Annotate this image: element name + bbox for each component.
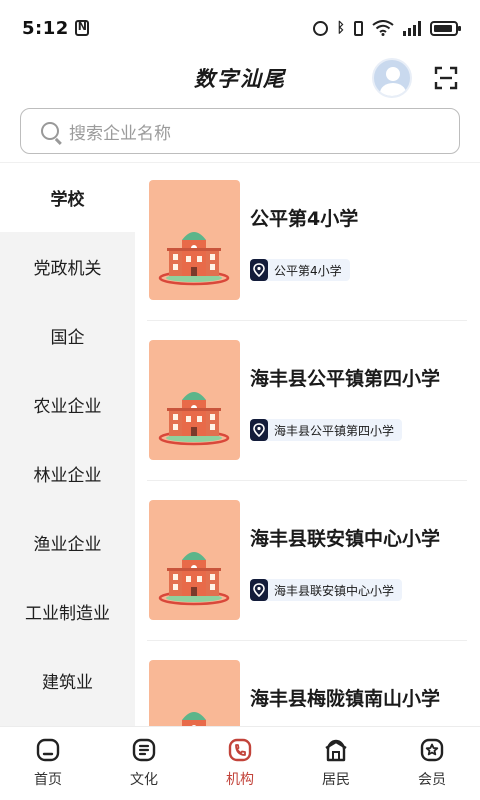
nav-residents[interactable]: 居民 (288, 727, 384, 800)
sidebar-item-label: 建筑业 (42, 673, 93, 693)
signal-icon (403, 20, 421, 36)
list-item[interactable]: 海丰县梅陇镇南山小学 (147, 643, 467, 726)
battery-icon (430, 20, 461, 36)
search-input[interactable]: 搜索企业名称 (20, 108, 460, 154)
location-pin-icon (250, 419, 268, 441)
sidebar-item-label: 学校 (50, 190, 85, 210)
vibrate-icon (354, 20, 363, 36)
location-tag: 海丰县公平镇第四小学 (250, 419, 403, 441)
tag-text: 公平第4小学 (274, 263, 342, 278)
sidebar-item-fishery[interactable]: 渔业企业 (0, 508, 135, 577)
sidebar-item-label: 渔业企业 (33, 535, 102, 555)
sidebar-item-label: 林业企业 (33, 466, 102, 486)
nav-label: 首页 (34, 772, 62, 788)
sidebar-item-school[interactable]: 学校 (0, 163, 135, 232)
school-building-icon (158, 710, 230, 726)
sidebar-item-manufacturing[interactable]: 工业制造业 (0, 577, 135, 646)
alarm-icon (312, 20, 328, 36)
list-item[interactable]: 海丰县公平镇第四小学 海丰县公平镇第四小学 (147, 323, 467, 483)
member-icon (420, 738, 444, 762)
sidebar-item-construction[interactable]: 建筑业 (0, 646, 135, 715)
nav-label: 文化 (130, 772, 158, 788)
sidebar-item-state-enterprise[interactable]: 国企 (0, 301, 135, 370)
sidebar-item-label: 工业制造业 (25, 604, 110, 624)
nfc-icon (74, 20, 89, 36)
item-title: 海丰县公平镇第四小学 (250, 368, 441, 390)
search-placeholder: 搜索企业名称 (69, 123, 171, 144)
school-thumbnail (149, 500, 240, 620)
sidebar-item-agriculture[interactable]: 农业企业 (0, 370, 135, 439)
list-item[interactable]: 海丰县联安镇中心小学 海丰县联安镇中心小学 (147, 483, 467, 643)
school-thumbnail (149, 340, 240, 460)
list-divider (147, 640, 467, 641)
nav-culture[interactable]: 文化 (96, 727, 192, 800)
school-thumbnail (149, 660, 240, 726)
nav-member[interactable]: 会员 (384, 727, 480, 800)
scan-icon[interactable] (434, 66, 458, 90)
item-title: 公平第4小学 (250, 208, 359, 230)
culture-icon (132, 738, 156, 762)
status-icons: ᛒ (312, 20, 461, 36)
sidebar-item-label: 国企 (50, 328, 85, 348)
wifi-icon (372, 20, 394, 36)
status-bar: 5:12 ᛒ (0, 0, 480, 56)
tag-text: 海丰县公平镇第四小学 (274, 423, 395, 438)
nav-label: 机构 (226, 772, 254, 788)
school-building-icon (158, 230, 230, 286)
list-item[interactable]: 公平第4小学 公平第4小学 (147, 163, 467, 323)
app-title: 数字汕尾 (194, 66, 286, 91)
home-icon (36, 738, 60, 762)
list-divider (147, 320, 467, 321)
residents-icon (325, 739, 347, 762)
institution-icon (228, 738, 252, 762)
search-icon (41, 122, 59, 140)
institution-list: 公平第4小学 公平第4小学 海丰县公平镇第四小学 海丰县公平镇第四小学 海丰县联… (135, 163, 480, 726)
item-title: 海丰县梅陇镇南山小学 (250, 688, 441, 710)
tag-text: 海丰县联安镇中心小学 (274, 583, 395, 598)
list-divider (147, 480, 467, 481)
location-tag: 海丰县联安镇中心小学 (250, 579, 403, 601)
category-sidebar: 学校 党政机关 国企 农业企业 林业企业 渔业企业 工业制造业 建筑业 (0, 163, 135, 726)
nav-institution[interactable]: 机构 (192, 727, 288, 800)
school-building-icon (158, 550, 230, 606)
sidebar-item-forestry[interactable]: 林业企业 (0, 439, 135, 508)
bluetooth-icon: ᛒ (336, 20, 345, 36)
item-title: 海丰县联安镇中心小学 (250, 528, 441, 550)
sidebar-item-government[interactable]: 党政机关 (0, 232, 135, 301)
nav-label: 居民 (322, 772, 350, 788)
location-pin-icon (250, 579, 268, 601)
school-building-icon (158, 390, 230, 446)
nav-home[interactable]: 首页 (0, 727, 96, 800)
sidebar-item-label: 农业企业 (33, 397, 102, 417)
nav-label: 会员 (418, 772, 446, 788)
school-thumbnail (149, 180, 240, 300)
location-pin-icon (250, 259, 268, 281)
status-time: 5:12 (22, 17, 69, 39)
app-header: 数字汕尾 (0, 56, 480, 100)
avatar[interactable] (372, 58, 412, 98)
sidebar-item-label: 党政机关 (33, 259, 102, 279)
bottom-nav: 首页 文化 机构 居民 会员 (0, 726, 480, 800)
location-tag: 公平第4小学 (250, 259, 350, 281)
